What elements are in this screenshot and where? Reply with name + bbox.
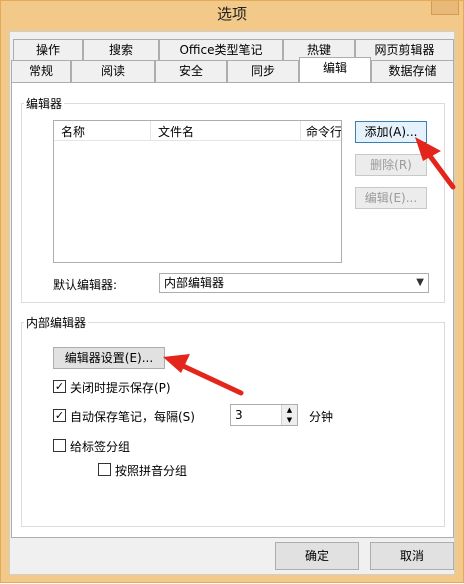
column-header-command-line[interactable]: 命令行 xyxy=(306,123,341,140)
tab-office-notes[interactable]: Office类型笔记 xyxy=(159,39,283,61)
editing-page: 编辑器 名称 文件名 命令行 添加(A)... 删除(R) 编辑(E)... 默… xyxy=(11,82,454,538)
dialog-body: 操作 搜索 Office类型笔记 热键 网页剪辑器 常规 阅读 安全 同步 编辑… xyxy=(9,31,455,575)
autosave-interval-spinner[interactable]: 3 ▲ ▼ xyxy=(230,404,298,426)
close-button[interactable] xyxy=(431,1,459,15)
prompt-save-label: 关闭时提示保存(P) xyxy=(70,381,171,395)
default-editor-value: 内部编辑器 xyxy=(164,276,225,290)
tab-reading[interactable]: 阅读 xyxy=(71,60,155,82)
tab-data-storage[interactable]: 数据存储 xyxy=(371,60,454,82)
chevron-down-icon: ▼ xyxy=(416,277,424,288)
default-editor-select[interactable]: 内部编辑器 ▼ xyxy=(159,273,429,293)
add-editor-button[interactable]: 添加(A)... xyxy=(355,121,427,143)
group-by-tag-label: 给标签分组 xyxy=(70,440,131,454)
tab-operations[interactable]: 操作 xyxy=(13,39,83,61)
spinner-arrows[interactable]: ▲ ▼ xyxy=(281,405,297,425)
title-bar: 选项 xyxy=(1,1,463,31)
internal-editor-group-label: 内部编辑器 xyxy=(24,314,89,331)
edit-editor-button[interactable]: 编辑(E)... xyxy=(355,187,427,209)
column-header-name[interactable]: 名称 xyxy=(61,123,85,140)
tab-sync[interactable]: 同步 xyxy=(227,60,299,82)
tab-security[interactable]: 安全 xyxy=(155,60,227,82)
tab-editing[interactable]: 编辑 xyxy=(299,57,371,82)
tab-general[interactable]: 常规 xyxy=(11,60,71,82)
group-by-tag-checkbox[interactable] xyxy=(53,439,66,452)
editors-group-label: 编辑器 xyxy=(24,95,65,112)
minutes-unit-label: 分钟 xyxy=(309,410,334,424)
default-editor-label: 默认编辑器: xyxy=(53,278,118,292)
column-header-filename[interactable]: 文件名 xyxy=(158,123,194,140)
cancel-button[interactable]: 取消 xyxy=(370,542,454,570)
group-by-pinyin-label: 按照拼音分组 xyxy=(115,464,188,478)
delete-editor-button[interactable]: 删除(R) xyxy=(355,154,427,176)
autosave-interval-value: 3 xyxy=(235,408,243,422)
dialog-title: 选项 xyxy=(216,5,247,23)
prompt-save-checkbox[interactable]: ✓ xyxy=(53,380,66,393)
options-dialog: 选项 操作 搜索 Office类型笔记 热键 网页剪辑器 常规 阅读 安全 同步… xyxy=(0,0,464,583)
autosave-label: 自动保存笔记，每隔(S) xyxy=(70,410,195,424)
editors-list-header: 名称 文件名 命令行 xyxy=(54,121,341,141)
autosave-checkbox[interactable]: ✓ xyxy=(53,409,66,422)
spin-down-icon[interactable]: ▼ xyxy=(282,415,297,425)
editor-settings-button[interactable]: 编辑器设置(E)... xyxy=(53,347,165,369)
tab-search[interactable]: 搜索 xyxy=(83,39,159,61)
editors-list[interactable]: 名称 文件名 命令行 xyxy=(53,120,342,263)
ok-button[interactable]: 确定 xyxy=(275,542,359,570)
group-by-pinyin-checkbox[interactable] xyxy=(98,463,111,476)
spin-up-icon[interactable]: ▲ xyxy=(282,405,297,415)
